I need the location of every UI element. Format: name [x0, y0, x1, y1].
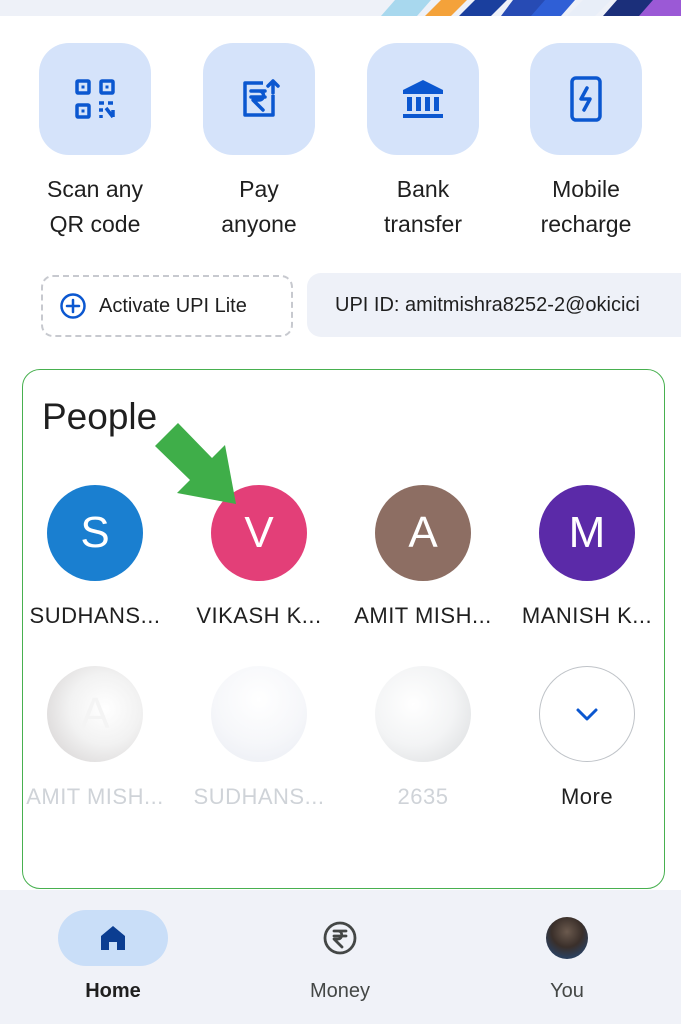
- top-banner: [0, 0, 681, 16]
- mobile-recharge-icon: [570, 76, 602, 122]
- nav-you-pill[interactable]: [512, 910, 622, 966]
- mobile-recharge-action[interactable]: Mobile recharge: [530, 43, 642, 242]
- nav-you-label: You: [550, 980, 584, 1002]
- bank-transfer-tile[interactable]: [367, 43, 479, 155]
- contact-name: MANISH K...: [521, 603, 653, 628]
- bottom-navigation: Home Money You: [0, 890, 681, 1024]
- more-contacts-button[interactable]: More: [502, 666, 672, 810]
- pointer-arrow-icon: [155, 423, 236, 504]
- nav-home-label: Home: [85, 980, 141, 1002]
- avatar-initial: A: [80, 689, 110, 738]
- chevron-down-icon: [576, 708, 598, 721]
- scan-qr-tile[interactable]: [39, 43, 151, 155]
- activate-upi-lite-chip[interactable]: Activate UPI Lite: [41, 275, 293, 337]
- contact-name: AMIT MISH...: [354, 603, 492, 628]
- scan-qr-action[interactable]: Scan any QR code: [39, 43, 151, 242]
- activate-upi-lite-label: Activate UPI Lite: [99, 294, 247, 317]
- contact-avatar: S: [47, 485, 143, 581]
- contact-name: SUDHANS...: [193, 784, 325, 809]
- contact-name: AMIT MISH...: [26, 784, 164, 809]
- avatar-initial: A: [408, 508, 438, 557]
- contact-item[interactable]: M MANISH K...: [502, 485, 672, 629]
- pay-anyone-label: Pay anyone: [221, 176, 297, 237]
- bank-transfer-label: Bank transfer: [384, 176, 462, 237]
- nav-money-label: Money: [309, 980, 371, 1002]
- more-circle[interactable]: [539, 666, 635, 762]
- contact-avatar: [211, 666, 307, 762]
- contact-item[interactable]: A AMIT MISH...: [10, 666, 180, 810]
- contact-item[interactable]: 2635: [338, 666, 508, 810]
- pay-anyone-action[interactable]: Pay anyone: [203, 43, 315, 242]
- bank-icon: [403, 80, 443, 118]
- more-label: More: [560, 784, 614, 809]
- upi-id-label: UPI ID: amitmishra8252-2@okicici: [335, 293, 640, 316]
- plus-circle-icon: [60, 293, 86, 319]
- rupee-icon: [323, 921, 357, 955]
- avatar-initial: S: [80, 508, 110, 557]
- mobile-recharge-tile[interactable]: [530, 43, 642, 155]
- banner-art: [381, 0, 681, 16]
- nav-you[interactable]: You: [497, 910, 637, 1003]
- profile-avatar: [546, 917, 588, 959]
- people-section: [22, 369, 665, 889]
- people-title: People: [42, 396, 158, 437]
- nav-money-pill[interactable]: [285, 910, 395, 966]
- contact-item[interactable]: SUDHANS...: [174, 666, 344, 810]
- bank-transfer-action[interactable]: Bank transfer: [367, 43, 479, 242]
- home-icon: [101, 926, 125, 950]
- qr-scan-icon: [75, 79, 115, 119]
- upi-id-chip[interactable]: UPI ID: amitmishra8252-2@okicici: [307, 273, 681, 337]
- contact-avatar: [375, 666, 471, 762]
- nav-home-pill[interactable]: [58, 910, 168, 966]
- contact-avatar: A: [47, 666, 143, 762]
- contact-avatar: M: [539, 485, 635, 581]
- contact-name: SUDHANS...: [29, 603, 161, 628]
- contact-item[interactable]: A AMIT MISH...: [338, 485, 508, 629]
- nav-home[interactable]: Home: [43, 910, 183, 1003]
- avatar-initial: M: [568, 508, 606, 557]
- contact-name: 2635: [397, 784, 449, 809]
- pay-rupee-icon: [243, 79, 280, 117]
- pay-anyone-tile[interactable]: [203, 43, 315, 155]
- scan-qr-label: Scan any QR code: [47, 176, 143, 237]
- nav-money[interactable]: Money: [270, 910, 410, 1003]
- mobile-recharge-label: Mobile recharge: [540, 176, 632, 237]
- contact-avatar: A: [375, 485, 471, 581]
- contact-name: VIKASH K...: [196, 603, 322, 628]
